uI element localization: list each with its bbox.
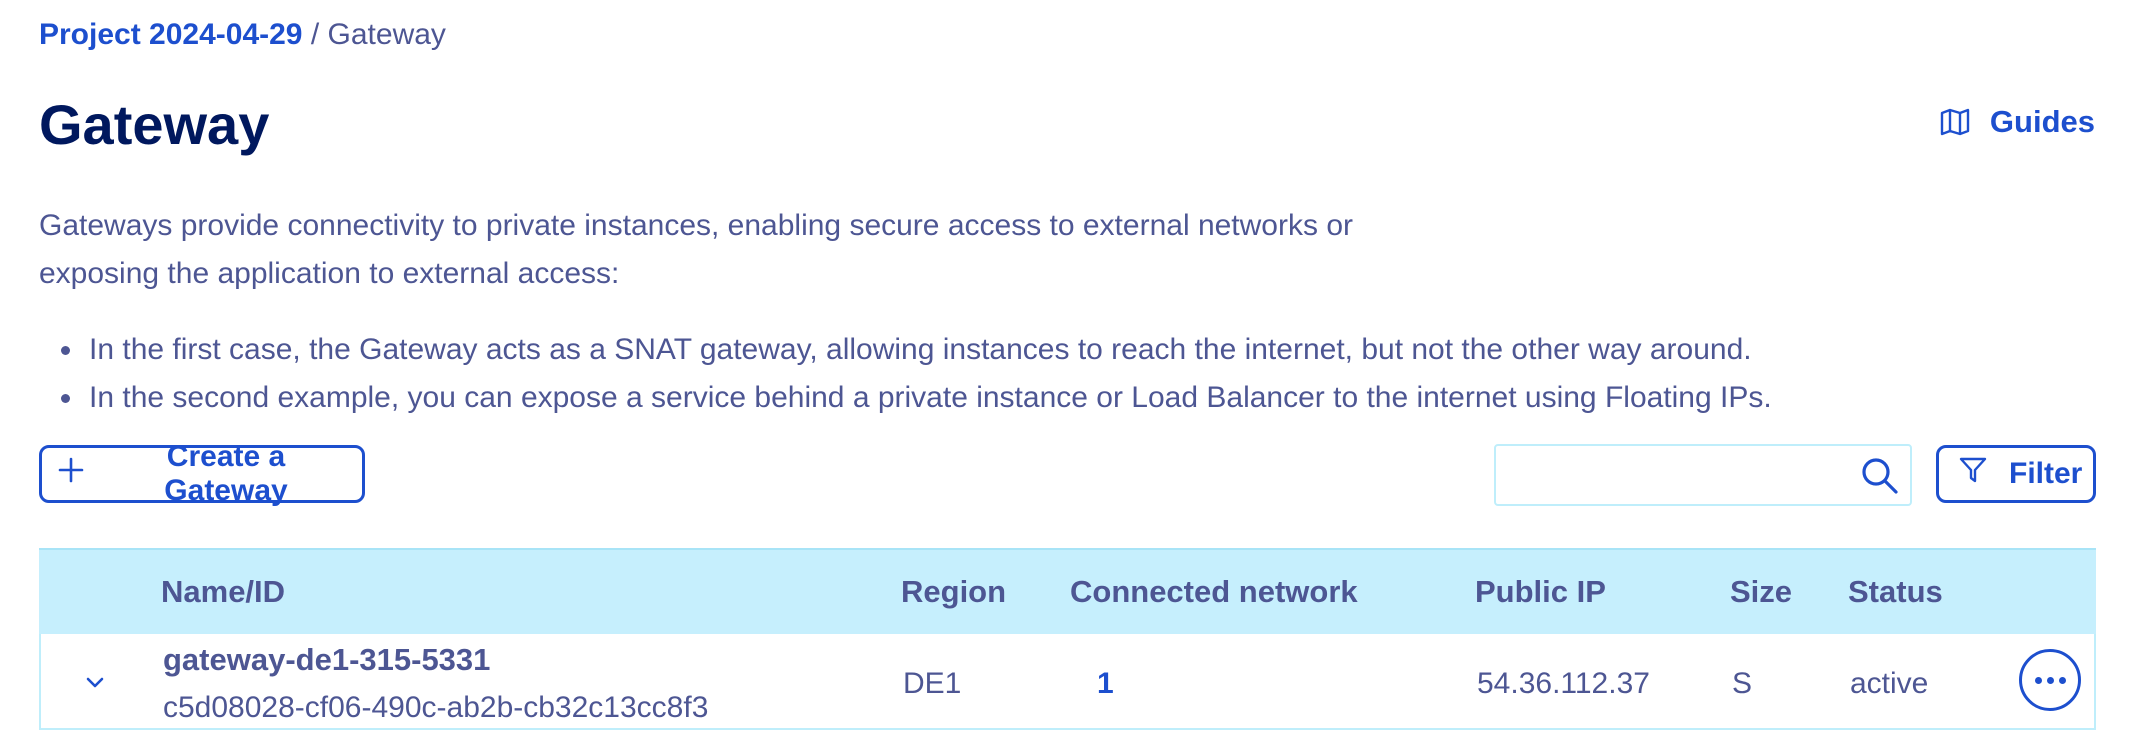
gateway-page: Project 2024-04-29 / Gateway Gateway Gui… <box>39 0 2105 750</box>
guides-label: Guides <box>1989 104 2095 139</box>
gateway-region: DE1 <box>903 667 962 700</box>
book-open-icon <box>1940 108 1970 136</box>
gateway-name: gateway-de1-315-5331 <box>163 642 491 677</box>
guides-link[interactable]: Guides <box>1940 102 2095 142</box>
search-icon[interactable] <box>1860 456 1900 496</box>
create-gateway-label: Create a Gateway <box>164 440 288 507</box>
breadcrumb-current: Gateway <box>327 18 446 51</box>
gateway-public-ip: 54.36.112.37 <box>1477 667 1650 700</box>
gateway-table: Name/ID Region Connected network Public … <box>39 548 2096 730</box>
table-header: Name/ID Region Connected network Public … <box>39 548 2096 634</box>
search-box <box>1494 444 1912 506</box>
chevron-down-icon[interactable] <box>81 668 109 696</box>
gateway-status: active <box>1850 667 1929 700</box>
column-header-public-ip[interactable]: Public IP <box>1475 572 1606 612</box>
description-bullets: In the first case, the Gateway acts as a… <box>39 326 1772 422</box>
filter-button[interactable]: Filter <box>1936 445 2096 503</box>
breadcrumb: Project 2024-04-29 / Gateway <box>39 15 446 55</box>
search-input[interactable] <box>1506 452 1840 500</box>
row-actions-button[interactable] <box>2019 649 2081 711</box>
gateway-id: c5d08028-cf06-490c-ab2b-cb32c13cc8f3 <box>163 691 709 724</box>
column-header-status[interactable]: Status <box>1848 572 1943 612</box>
column-header-name[interactable]: Name/ID <box>161 572 285 612</box>
connected-network-link[interactable]: 1 <box>1097 664 1114 704</box>
description-bullet: In the first case, the Gateway acts as a… <box>39 326 1772 374</box>
gateway-size: S <box>1732 667 1753 700</box>
filter-funnel-icon <box>1959 456 1987 492</box>
breadcrumb-project-link[interactable]: Project 2024-04-29 <box>39 18 303 51</box>
column-header-size[interactable]: Size <box>1730 572 1792 612</box>
breadcrumb-separator: / <box>310 18 320 51</box>
create-gateway-button[interactable]: Create a Gateway <box>39 440 365 507</box>
plus-icon <box>58 457 84 491</box>
column-header-region[interactable]: Region <box>901 572 1006 612</box>
description-bullet: In the second example, you can expose a … <box>39 374 1772 422</box>
page-title: Gateway <box>39 93 270 156</box>
page-description: Gateways provide connectivity to private… <box>39 209 1353 290</box>
column-header-connected-network[interactable]: Connected network <box>1070 572 1358 612</box>
more-horizontal-icon <box>2034 676 2066 684</box>
filter-label: Filter <box>2009 457 2083 490</box>
